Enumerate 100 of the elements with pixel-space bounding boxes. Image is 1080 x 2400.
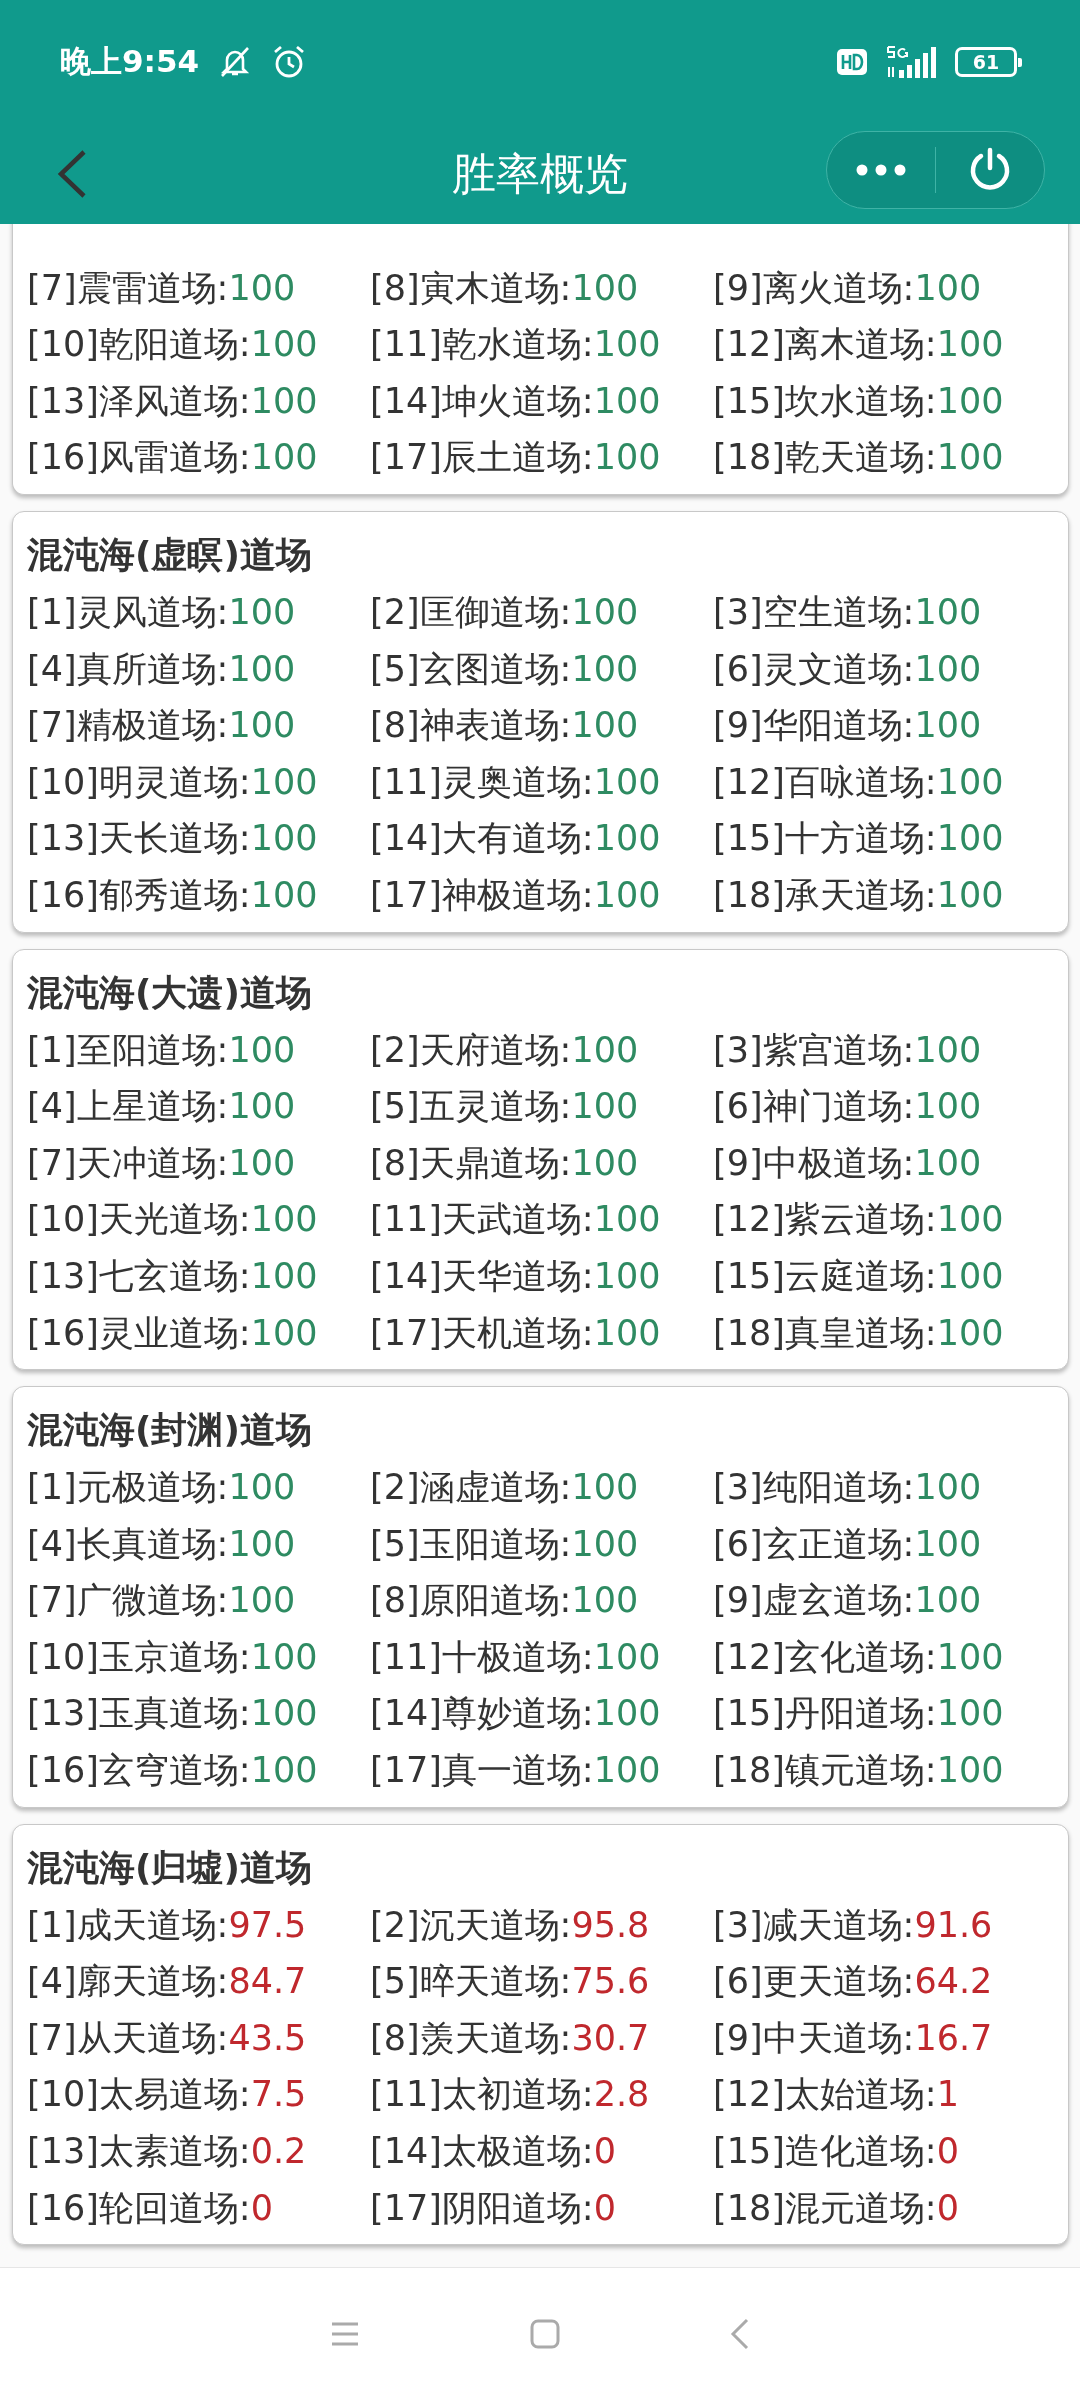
win-rate: 84.7: [228, 1961, 307, 2002]
win-rate: 100: [593, 1636, 661, 1677]
dojo-label: [16]风雷道场:: [27, 437, 251, 478]
win-rate: 100: [593, 380, 661, 421]
dojo-label: [13]太素道场:: [27, 2131, 251, 2172]
dojo-label: [13]七玄道场:: [27, 1255, 251, 1296]
win-rate: 64.2: [914, 1961, 993, 2002]
dojo-label: [6]神门道场:: [713, 1086, 915, 1127]
dojo-label: [14]尊妙道场:: [370, 1693, 594, 1734]
back-button[interactable]: [56, 149, 88, 199]
dojo-label: [2]匡御道场:: [370, 591, 572, 632]
dojo-label: [18]镇元道场:: [713, 1750, 937, 1791]
win-rate: 100: [228, 1029, 296, 1070]
battery-level: 61: [955, 47, 1017, 77]
dojo-label: [2]涵虚道场:: [370, 1467, 572, 1508]
win-rate: 1: [936, 2074, 959, 2115]
dojo-label: [6]更天道场:: [713, 1961, 915, 2002]
win-rate: 100: [936, 437, 1004, 478]
win-rate: 100: [593, 1255, 661, 1296]
dojo-label: [12]紫云道场:: [713, 1199, 937, 1240]
menu-button[interactable]: [330, 2321, 360, 2347]
win-rate: 100: [936, 1693, 1004, 1734]
dojo-label: [12]百咏道场:: [713, 761, 937, 802]
dojo-label: [4]真所道场:: [27, 648, 229, 689]
win-rate: 100: [936, 1199, 1004, 1240]
dojo-label: [18]乾天道场:: [713, 437, 937, 478]
dojo-label: [2]天府道场:: [370, 1029, 572, 1070]
dojo-label: [7]精极道场:: [27, 705, 229, 746]
win-rate: 100: [571, 648, 639, 689]
dojo-label: [17]真一道场:: [370, 1750, 594, 1791]
win-rate: 100: [250, 1636, 318, 1677]
dojo-label: [15]十方道场:: [713, 818, 937, 859]
dojo-label: [12]玄化道场:: [713, 1636, 937, 1677]
win-rate: 100: [936, 1750, 1004, 1791]
dojo-label: [7]震雷道场:: [27, 267, 229, 308]
win-rate: 100: [250, 437, 318, 478]
dojo-label: [13]天长道场:: [27, 818, 251, 859]
dojo-label: [3]减天道场:: [713, 1904, 915, 1945]
dojo-label: [5]玄图道场:: [370, 648, 572, 689]
back-button[interactable]: [730, 2318, 750, 2350]
section-title: 混沌海(封渊)道场: [27, 1408, 313, 1453]
win-rate: 100: [593, 437, 661, 478]
win-rate: 100: [914, 1029, 982, 1070]
win-rate: 100: [250, 1199, 318, 1240]
dojo-label: [13]泽风道场:: [27, 380, 251, 421]
win-rate: 100: [228, 648, 296, 689]
win-rate: 100: [936, 1255, 1004, 1296]
win-rate: 100: [571, 267, 639, 308]
win-rate: 0: [936, 2131, 959, 2172]
win-rate: 100: [593, 874, 661, 915]
dojo-label: [18]承天道场:: [713, 874, 937, 915]
win-rate: 100: [228, 1086, 296, 1127]
win-rate: 100: [250, 1750, 318, 1791]
dojo-label: [17]天机道场:: [370, 1312, 594, 1353]
dojo-label: [4]长真道场:: [27, 1523, 229, 1564]
win-rate: 16.7: [914, 2017, 993, 2058]
win-rate: 0.2: [250, 2131, 307, 2172]
home-button[interactable]: [530, 2319, 560, 2349]
win-rate: 100: [914, 1523, 982, 1564]
dojo-label: [14]坤火道场:: [370, 380, 594, 421]
dojo-label: [8]寅木道场:: [370, 267, 572, 308]
dojo-label: [3]紫宫道场:: [713, 1029, 915, 1070]
dojo-label: [3]纯阳道场:: [713, 1467, 915, 1508]
dojo-label: [13]玉真道场:: [27, 1693, 251, 1734]
hd-icon: [837, 49, 867, 75]
win-rate: 91.6: [914, 1904, 993, 1945]
dojo-label: [8]天鼎道场:: [370, 1142, 572, 1183]
dojo-label: [14]太极道场:: [370, 2131, 594, 2172]
win-rate: 100: [571, 1523, 639, 1564]
dojo-label: [8]原阳道场:: [370, 1580, 572, 1621]
win-rate: 100: [914, 705, 982, 746]
win-rate: 100: [250, 1312, 318, 1353]
win-rate: 2.8: [593, 2074, 650, 2115]
win-rate: 100: [571, 1142, 639, 1183]
dojo-label: [12]太始道场:: [713, 2074, 937, 2115]
more-icon: [855, 164, 906, 176]
dojo-label: [15]云庭道场:: [713, 1255, 937, 1296]
win-rate: 100: [250, 324, 318, 365]
dojo-label: [7]从天道场:: [27, 2017, 229, 2058]
dojo-label: [5]晬天道场:: [370, 1961, 572, 2002]
dojo-label: [11]乾水道场:: [370, 324, 594, 365]
win-rate: 100: [228, 1142, 296, 1183]
dojo-label: [17]神极道场:: [370, 874, 594, 915]
dojo-label: [7]广微道场:: [27, 1580, 229, 1621]
dojo-label: [8]羡天道场:: [370, 2017, 572, 2058]
dojo-label: [10]明灵道场:: [27, 761, 251, 802]
dojo-label: [1]元极道场:: [27, 1467, 229, 1508]
win-rate: 100: [593, 761, 661, 802]
win-rate: 100: [571, 1467, 639, 1508]
dojo-label: [15]造化道场:: [713, 2131, 937, 2172]
win-rate: 0: [250, 2187, 273, 2228]
dojo-label: [9]中天道场:: [713, 2017, 915, 2058]
win-rate: 100: [593, 818, 661, 859]
win-rate: 0: [936, 2187, 959, 2228]
status-time: 晚上9:54: [60, 42, 200, 81]
dojo-label: [9]中极道场:: [713, 1142, 915, 1183]
dojo-label: [10]玉京道场:: [27, 1636, 251, 1677]
win-rate: 100: [914, 1580, 982, 1621]
win-rate: 97.5: [228, 1904, 307, 1945]
win-rate: 100: [936, 1636, 1004, 1677]
